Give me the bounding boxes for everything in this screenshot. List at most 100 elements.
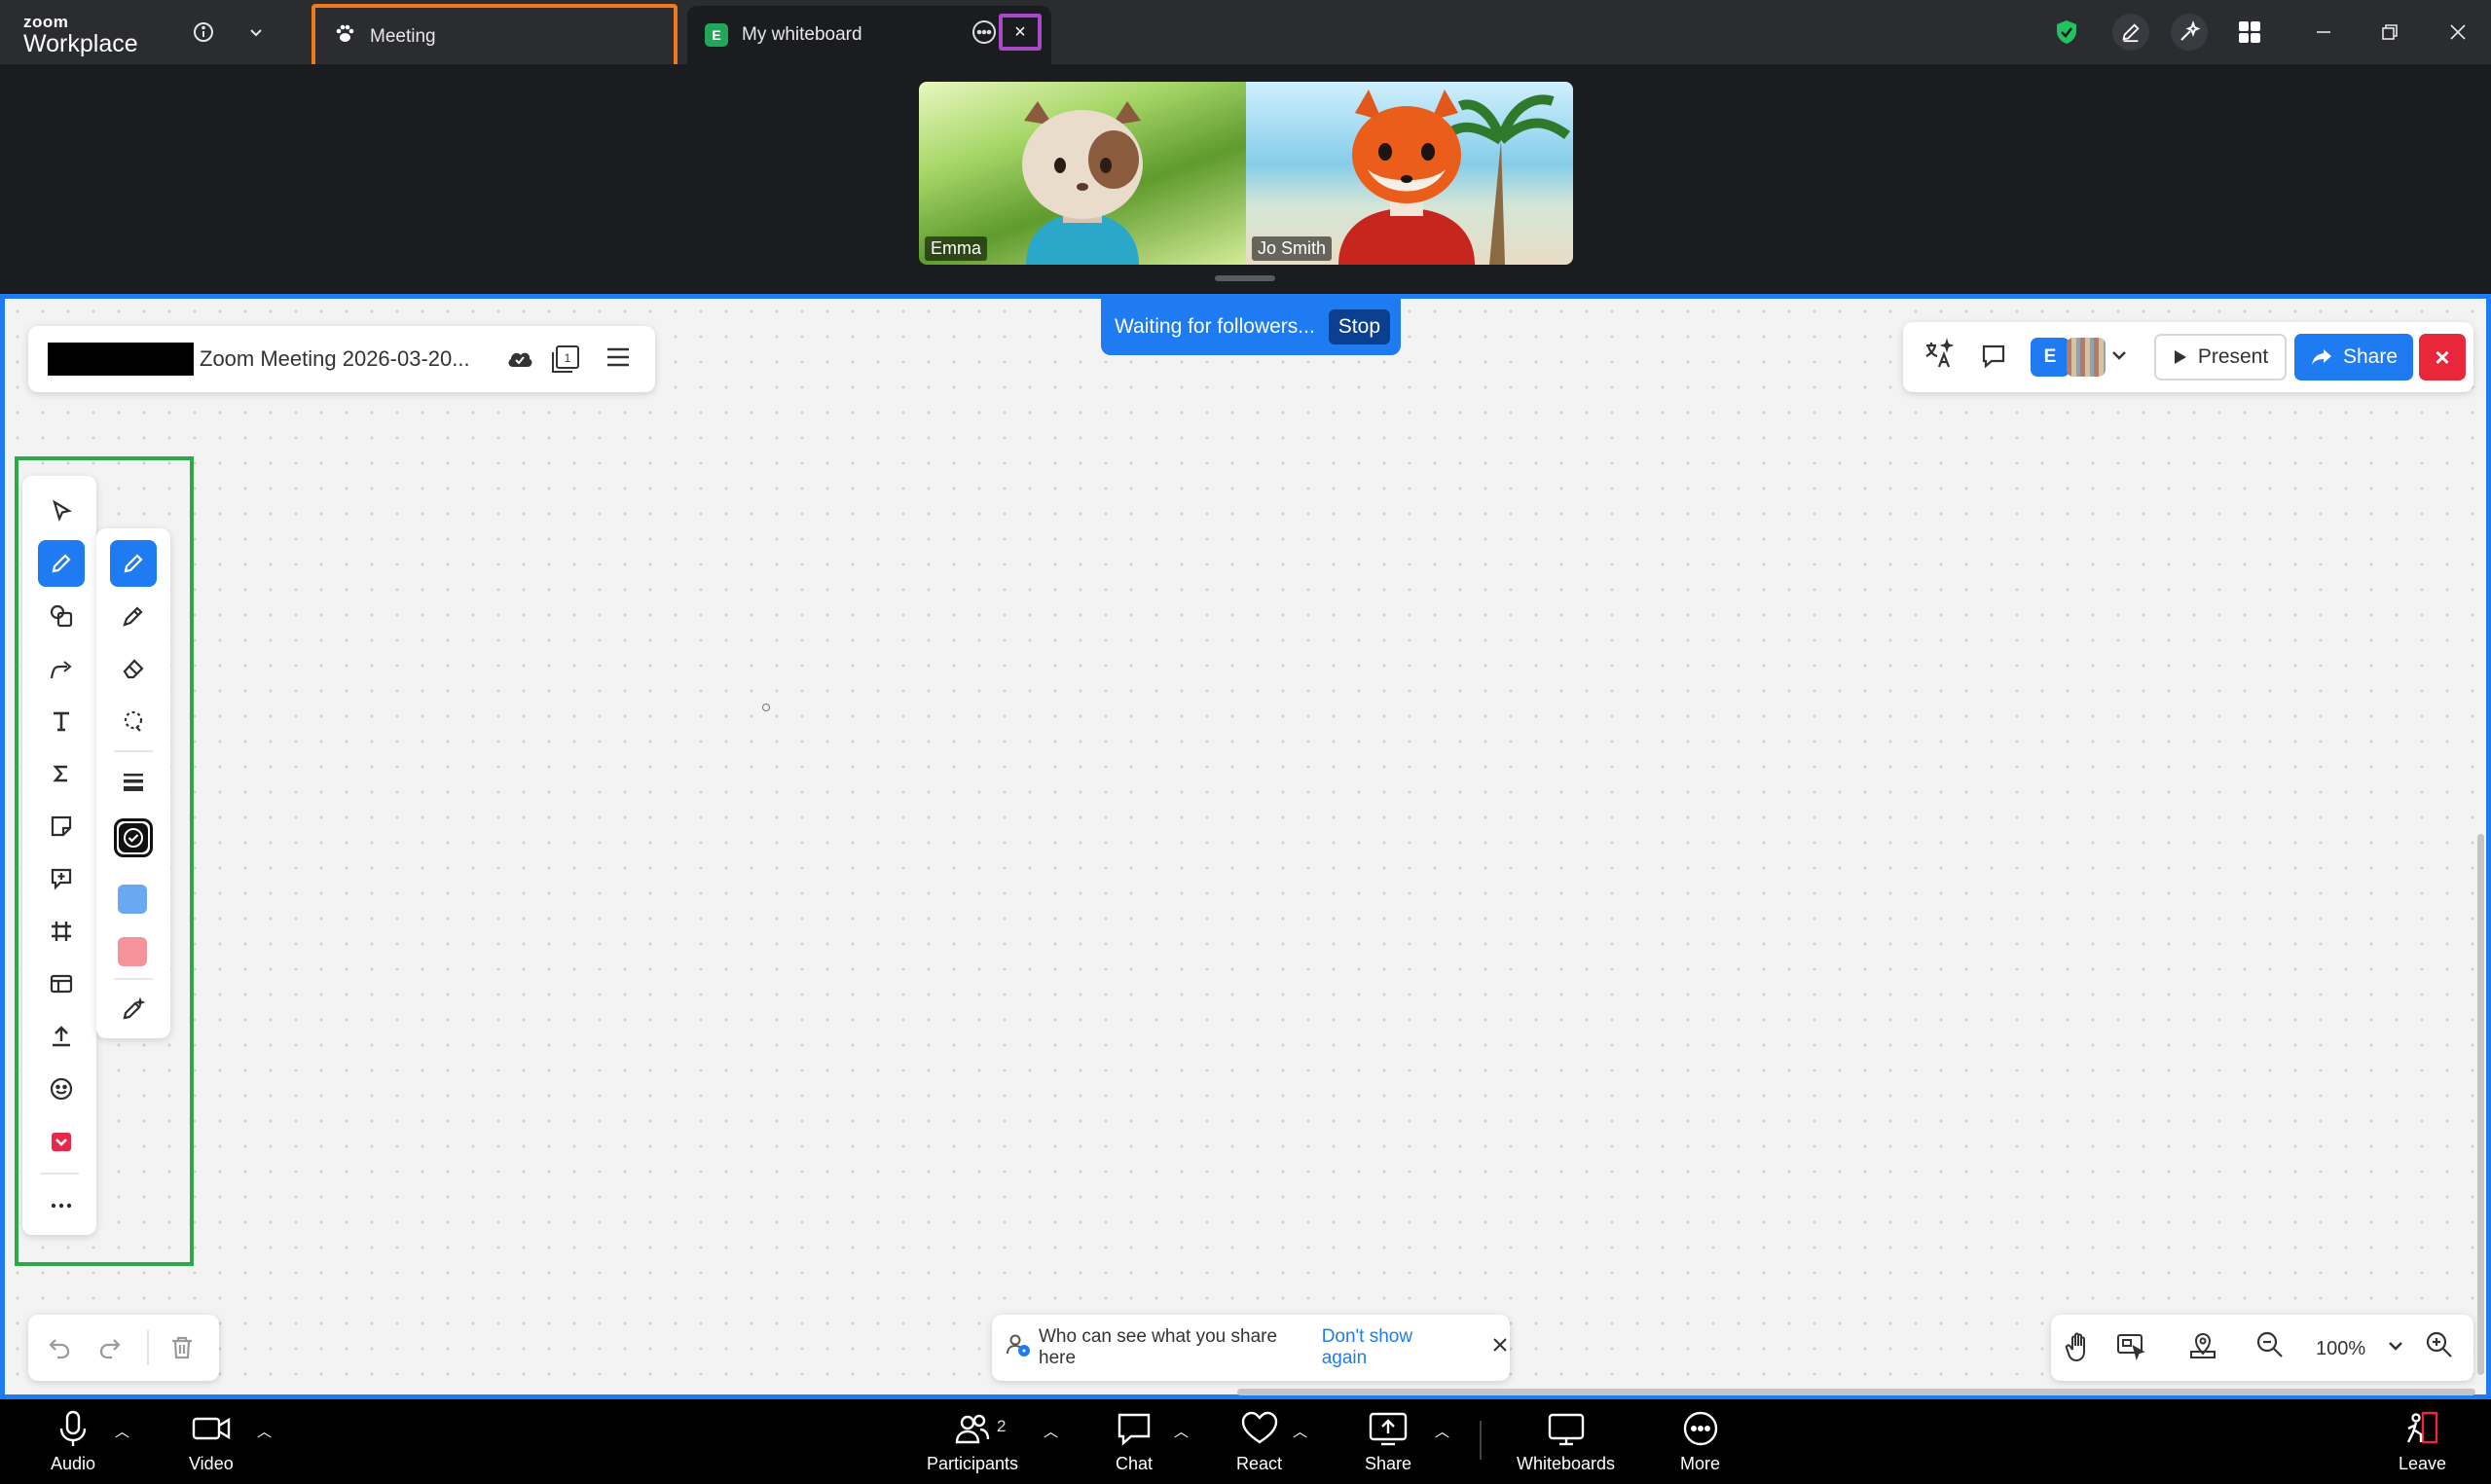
video-button[interactable]: Video	[189, 1409, 234, 1474]
more-button[interactable]: More	[1680, 1409, 1720, 1474]
zoom-out-icon[interactable]	[2255, 1330, 2285, 1364]
chat-caret-icon[interactable]: ︿	[1174, 1421, 1189, 1441]
leave-button[interactable]: Leave	[2399, 1409, 2446, 1474]
shapes-tool-icon[interactable]	[38, 593, 85, 639]
title-bar: zoom Workplace Meeting E My whiteboard ×	[0, 0, 2491, 70]
dont-show-again-link[interactable]: Don't show again	[1322, 1326, 1457, 1369]
redo-icon[interactable]	[96, 1334, 124, 1366]
close-tab-button[interactable]: ×	[999, 14, 1042, 51]
chat-icon	[1117, 1413, 1151, 1446]
present-button[interactable]: Present	[2154, 334, 2287, 380]
zoom-in-icon[interactable]	[2425, 1330, 2454, 1364]
color-black-swatch[interactable]	[110, 814, 157, 861]
history-panel	[28, 1315, 219, 1381]
template-tool-icon[interactable]	[38, 960, 85, 1007]
chevron-down-icon[interactable]	[2109, 345, 2129, 370]
whiteboards-label: Whiteboards	[1517, 1454, 1616, 1473]
whiteboards-button[interactable]: Whiteboards	[1517, 1409, 1615, 1474]
react-button[interactable]: React	[1236, 1409, 1282, 1474]
app-tool-icon[interactable]	[38, 1118, 85, 1165]
horizontal-scrollbar[interactable]	[1237, 1389, 2475, 1395]
more-tools-icon[interactable]	[38, 1182, 85, 1229]
play-icon	[2174, 350, 2186, 364]
microphone-icon	[59, 1410, 87, 1446]
tab-whiteboard-label: My whiteboard	[742, 24, 862, 45]
emoji-tool-icon[interactable]	[38, 1066, 85, 1112]
close-whiteboard-button[interactable]: ×	[2419, 334, 2466, 380]
stroke-width-icon[interactable]	[110, 758, 157, 805]
chat-button[interactable]: Chat	[1116, 1409, 1153, 1474]
check-icon	[124, 828, 143, 848]
close-notice-icon[interactable]	[1490, 1335, 1510, 1360]
follow-view-icon[interactable]	[2115, 1330, 2146, 1366]
avatar[interactable]: E	[2031, 338, 2070, 377]
whiteboard-badge: E	[705, 23, 728, 47]
pen-options-toolbar	[96, 528, 170, 1038]
shield-check-icon[interactable]	[2048, 14, 2085, 51]
select-tool-icon[interactable]	[38, 488, 85, 534]
video-strip-resize-handle[interactable]	[1215, 275, 1275, 281]
pen-icon[interactable]	[110, 540, 157, 587]
ai-sparkle-icon[interactable]	[2171, 14, 2208, 51]
video-tile-emma[interactable]: Emma	[919, 82, 1246, 265]
close-icon[interactable]	[2439, 14, 2476, 51]
whiteboard-canvas[interactable]: Zoom Meeting 2026-03-20... 1 Waiting for…	[0, 294, 2491, 1399]
stop-following-button[interactable]: Stop	[1328, 309, 1390, 344]
connector-tool-icon[interactable]	[38, 645, 85, 692]
video-tile-jo-smith[interactable]: Jo Smith	[1246, 82, 1573, 265]
pen-tool-icon[interactable]	[38, 540, 85, 587]
apps-icon[interactable]	[2231, 14, 2268, 51]
more-icon	[1683, 1411, 1717, 1446]
pen-icon[interactable]	[2112, 14, 2149, 51]
participants-icon	[955, 1414, 990, 1444]
color-red-swatch[interactable]	[118, 937, 147, 966]
restore-icon[interactable]	[2371, 14, 2408, 51]
share-caret-icon[interactable]: ︿	[1435, 1421, 1449, 1441]
cloud-sync-icon[interactable]	[505, 344, 538, 377]
zoom-dropdown-icon[interactable]	[2386, 1336, 2405, 1360]
meeting-controls: Audio ︿ Video ︿ Participants 2 ︿ Chat ︿ …	[0, 1399, 2491, 1484]
react-caret-icon[interactable]: ︿	[1293, 1421, 1307, 1441]
minimize-icon[interactable]	[2305, 14, 2342, 51]
tab-meeting[interactable]: Meeting	[311, 4, 678, 70]
menu-icon[interactable]	[604, 344, 638, 377]
video-options-caret-icon[interactable]: ︿	[257, 1421, 272, 1441]
video-camera-icon	[192, 1417, 231, 1440]
comment-tool-icon[interactable]	[38, 855, 85, 902]
text-tool-icon[interactable]	[38, 698, 85, 744]
logo-line2: Workplace	[23, 30, 138, 57]
locate-user-icon[interactable]	[2187, 1330, 2218, 1366]
share-screen-button[interactable]: Share	[1365, 1409, 1411, 1474]
zoom-level[interactable]: 100%	[2316, 1338, 2365, 1360]
follow-banner-text: Waiting for followers...	[1115, 315, 1315, 338]
pages-icon[interactable]: 1	[548, 344, 581, 377]
share-button[interactable]: Share	[2294, 334, 2413, 380]
magic-pen-icon[interactable]	[110, 986, 157, 1032]
ai-assist-icon[interactable]	[1921, 338, 1956, 378]
hand-pan-icon[interactable]	[2065, 1330, 2094, 1368]
color-blue-swatch[interactable]	[118, 885, 147, 914]
upload-tool-icon[interactable]	[38, 1013, 85, 1060]
participants-caret-icon[interactable]: ︿	[1044, 1421, 1058, 1441]
trash-icon[interactable]	[168, 1334, 196, 1366]
highlighter-icon[interactable]	[110, 593, 157, 639]
undo-icon[interactable]	[46, 1334, 73, 1366]
avatar-collaborator[interactable]	[2067, 338, 2106, 377]
tab-more-options-icon[interactable]	[970, 18, 999, 47]
sticky-note-tool-icon[interactable]	[38, 803, 85, 850]
audio-options-caret-icon[interactable]: ︿	[115, 1421, 129, 1441]
participants-count: 2	[997, 1417, 1007, 1435]
video-label: Video	[189, 1454, 234, 1473]
info-icon[interactable]	[185, 14, 222, 51]
share-label: Share	[2342, 345, 2399, 368]
frame-tool-icon[interactable]	[38, 908, 85, 955]
eraser-icon[interactable]	[110, 645, 157, 692]
vertical-scrollbar[interactable]	[2477, 834, 2484, 1375]
controls-divider	[1480, 1421, 1482, 1460]
lasso-icon[interactable]	[110, 698, 157, 744]
audio-button[interactable]: Audio	[51, 1409, 95, 1474]
chevron-down-icon[interactable]	[238, 14, 275, 51]
formula-tool-icon[interactable]	[38, 750, 85, 797]
whiteboard-title[interactable]: Zoom Meeting 2026-03-20...	[200, 346, 470, 372]
comments-icon[interactable]	[1979, 342, 2008, 376]
